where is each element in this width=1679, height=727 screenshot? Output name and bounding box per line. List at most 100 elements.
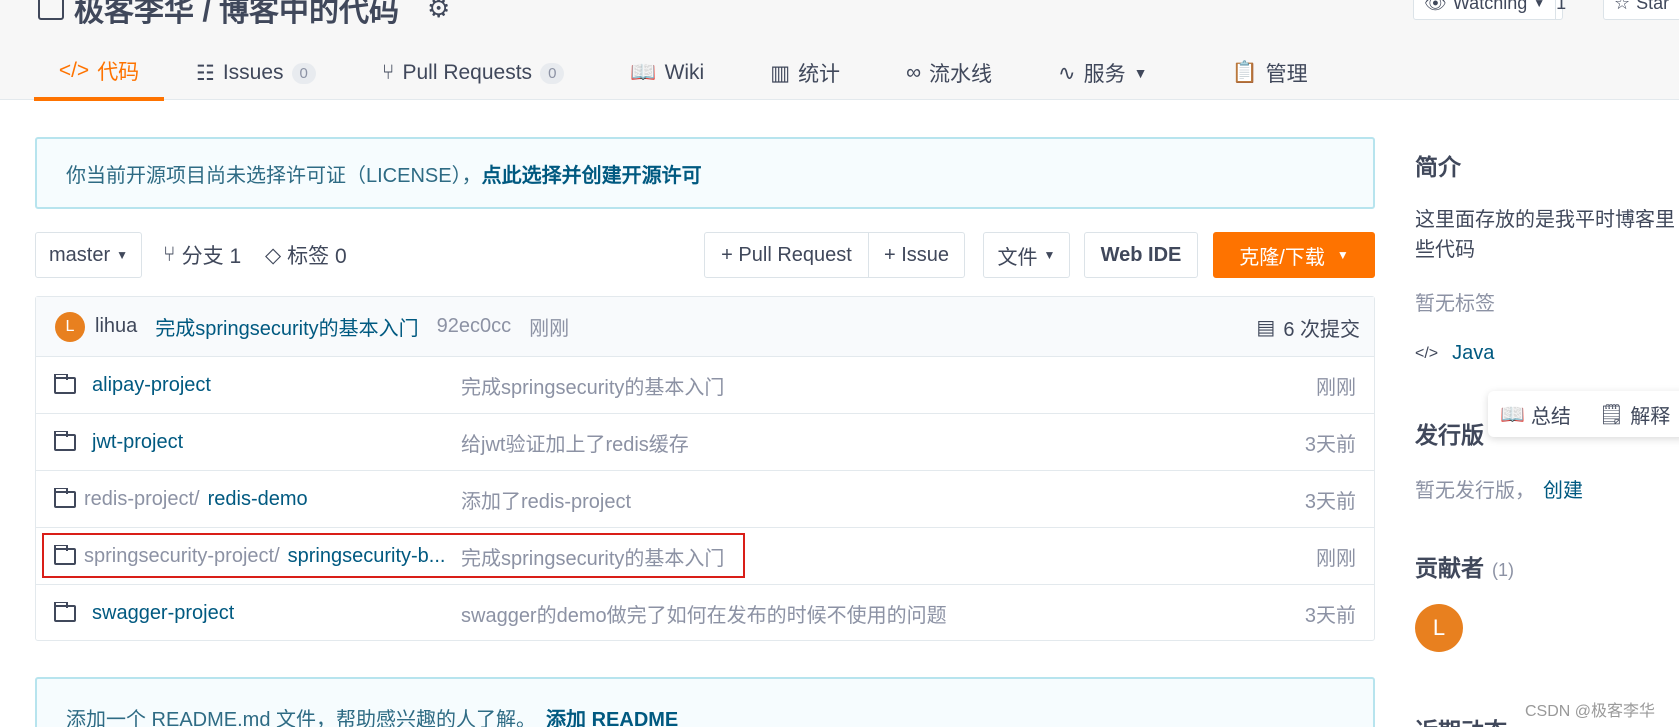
readme-notice: 添加一个 README.md 文件，帮助感兴趣的人了解。 添加 README: [35, 677, 1375, 727]
file-commit-message[interactable]: 完成springsecurity的基本入门: [461, 371, 724, 400]
tag-icon: ◇: [265, 243, 282, 267]
tab-services[interactable]: ∿ 服务 ▼: [1040, 45, 1165, 101]
commit-message[interactable]: 完成springsecurity的基本入门: [155, 312, 418, 341]
no-tags-text: 暂无标签: [1415, 293, 1495, 315]
files-dropdown[interactable]: 文件 ▼: [983, 232, 1070, 278]
tab-label: Wiki: [664, 61, 705, 84]
intro-text-line-2: 些代码: [1415, 239, 1475, 261]
star-button[interactable]: ☆ Star: [1603, 0, 1679, 20]
branch-select[interactable]: master ▼: [35, 232, 142, 278]
contributors-heading: 贡献者 (1): [1415, 549, 1514, 583]
avatar[interactable]: L: [1415, 604, 1463, 652]
commit-count-label: 6 次提交: [1283, 318, 1360, 341]
tab-pipeline[interactable]: ∞ 流水线: [888, 45, 1010, 101]
tab-label: 管理: [1265, 63, 1308, 86]
watch-button[interactable]: 👁 Watching ▼ 1: [1413, 0, 1566, 20]
branches-link[interactable]: ⑂ 分支 1: [163, 232, 241, 278]
explain-label: 解释: [1630, 405, 1671, 428]
file-time: 刚刚: [1316, 376, 1356, 399]
no-release-text: 暂无发行版，: [1415, 480, 1535, 502]
files-label: 文件: [997, 246, 1038, 269]
book-icon: 📖: [630, 61, 657, 84]
file-name[interactable]: swagger-project: [54, 602, 234, 625]
create-release-link[interactable]: 创建: [1543, 474, 1583, 503]
highlight-annotation: [42, 533, 745, 578]
new-pull-request-button[interactable]: + Pull Request: [704, 232, 869, 278]
repo-title-text[interactable]: 极客李华 / 博客中的代码: [74, 0, 399, 30]
summary-label: 总结: [1530, 405, 1571, 428]
file-name[interactable]: alipay-project: [54, 373, 211, 397]
caret-down-icon: ▼: [1336, 248, 1349, 262]
tags-link[interactable]: ◇ 标签 0: [265, 232, 347, 278]
commit-author[interactable]: lihua: [95, 315, 137, 338]
repo-header: 极客李华 / 博客中的代码 ⚙ 👁 Watching ▼ 1 ☆ Star </> …: [0, 0, 1679, 101]
web-ide-button[interactable]: Web IDE: [1084, 232, 1198, 278]
pipeline-icon: ∞: [906, 61, 922, 84]
repo-title: 极客李华 / 博客中的代码 ⚙: [38, 0, 450, 30]
caret-down-icon: ▼: [116, 248, 128, 262]
table-row: redis-project/redis-demo 添加了redis-projec…: [36, 471, 1374, 528]
issues-count-badge: 0: [291, 62, 316, 84]
explain-button[interactable]: 🗒 解释: [1599, 400, 1670, 429]
tab-code[interactable]: </> 代码: [34, 45, 164, 101]
repo-toolbar: master ▼ ⑂ 分支 1 ◇ 标签 0 + Pull Request + …: [35, 232, 1375, 278]
watch-count[interactable]: 1: [1556, 0, 1566, 14]
file-name-text: alipay-project: [92, 373, 211, 396]
summary-button[interactable]: 📖 总结: [1500, 400, 1571, 429]
caret-down-icon: ▼: [1133, 65, 1148, 81]
code-icon: </>: [1415, 344, 1439, 362]
star-icon: ☆: [1614, 0, 1631, 13]
tags-count: 标签 0: [287, 245, 347, 268]
repo-icon: [38, 0, 64, 20]
new-issue-button[interactable]: + Issue: [868, 232, 965, 278]
tab-pull-requests[interactable]: ⑂ Pull Requests 0: [364, 45, 583, 101]
clone-download-button[interactable]: 克隆/下载 ▼: [1213, 232, 1375, 278]
add-readme-link[interactable]: 添加 README: [546, 703, 678, 727]
pr-count-badge: 0: [540, 62, 565, 84]
avatar[interactable]: L: [55, 311, 85, 342]
tab-label: 服务: [1083, 63, 1126, 86]
eye-icon: 👁: [1424, 0, 1447, 13]
contributors-title: 贡献者: [1415, 555, 1484, 581]
star-label: Star: [1636, 0, 1670, 13]
file-name[interactable]: jwt-project: [54, 430, 183, 454]
latest-commit: L lihua 完成springsecurity的基本入门 92ec0cc 刚刚…: [36, 297, 1374, 357]
file-commit-message[interactable]: swagger的demo做完了如何在发布的时候不使用的问题: [461, 599, 947, 628]
release-title: 发行版: [1415, 422, 1484, 448]
tab-issues[interactable]: ☷ Issues 0: [178, 45, 334, 101]
pull-request-icon: ⑂: [381, 61, 395, 84]
tab-label: Issues: [222, 61, 284, 84]
file-time: 3天前: [1304, 490, 1356, 513]
branches-count: 分支 1: [181, 245, 242, 268]
contributor-list: L: [1415, 604, 1463, 652]
file-commit-message[interactable]: 添加了redis-project: [461, 485, 631, 514]
tab-stats[interactable]: ▥ 统计: [752, 45, 858, 101]
code-icon: </>: [58, 59, 90, 82]
tab-label: 流水线: [929, 63, 993, 86]
language-item[interactable]: </> Java: [1415, 342, 1494, 365]
tab-wiki[interactable]: 📖 Wiki: [612, 45, 722, 101]
commit-time: 刚刚: [529, 318, 570, 340]
repo-tabs: </> 代码 ☷ Issues 0 ⑂ Pull Requests 0 📖 Wi…: [34, 45, 1326, 101]
tab-label: Pull Requests: [402, 61, 533, 84]
intro-title: 简介: [1415, 154, 1461, 180]
create-license-link[interactable]: 点此选择并创建开源许可: [482, 159, 702, 188]
intro-text-line-1: 这里面存放的是我平时博客里: [1415, 209, 1675, 231]
commit-count[interactable]: ▤ 6 次提交: [1256, 297, 1360, 357]
file-name-text: redis-demo: [207, 487, 308, 510]
file-name-text: swagger-project: [92, 602, 235, 624]
caret-down-icon: ▼: [1533, 0, 1546, 10]
readme-notice-text: 添加一个 README.md 文件，帮助感兴趣的人了解。: [66, 709, 537, 727]
issues-icon: ☷: [196, 61, 215, 85]
file-name[interactable]: redis-project/redis-demo: [54, 487, 308, 511]
tab-manage[interactable]: 📋 管理: [1214, 45, 1326, 101]
table-row: jwt-project 给jwt验证加上了redis缓存 3天前: [36, 414, 1374, 471]
release-info: 暂无发行版， 创建: [1415, 474, 1583, 503]
folder-icon: [54, 487, 76, 508]
note-icon: 🗒: [1598, 403, 1625, 426]
commit-sha[interactable]: 92ec0cc: [437, 315, 512, 338]
settings-gear-icon[interactable]: ⚙: [427, 0, 450, 24]
table-row: alipay-project 完成springsecurity的基本入门 刚刚: [36, 357, 1374, 414]
folder-icon: [54, 430, 76, 451]
file-commit-message[interactable]: 给jwt验证加上了redis缓存: [461, 428, 689, 457]
